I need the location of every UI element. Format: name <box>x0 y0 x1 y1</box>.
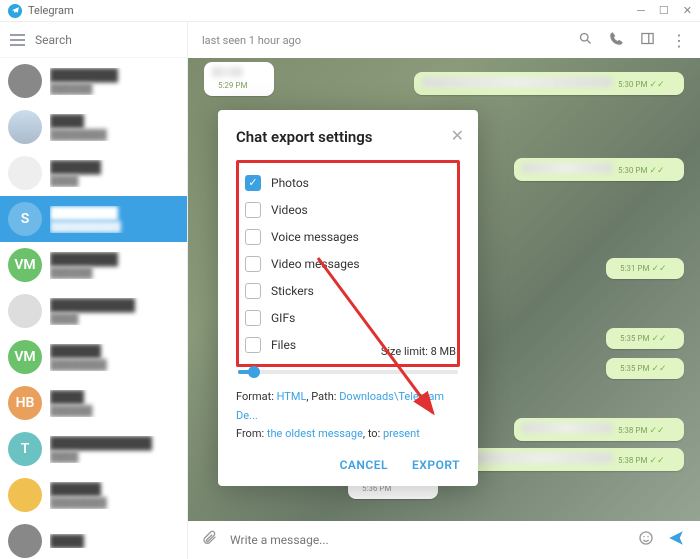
chat-item[interactable]: ████ <box>0 518 187 559</box>
chat-item[interactable]: HB██████████ <box>0 380 187 426</box>
call-icon[interactable] <box>609 31 624 50</box>
search-icon[interactable] <box>578 31 593 50</box>
checkbox-icon[interactable] <box>245 229 261 245</box>
message-input[interactable] <box>230 533 626 547</box>
sidebar: ██████████████ ████████████ ██████████ S… <box>0 22 188 559</box>
chat-item[interactable]: ██████████ <box>0 150 187 196</box>
export-button[interactable]: EXPORT <box>412 458 460 472</box>
chat-item[interactable]: VM██████████████ <box>0 242 187 288</box>
option-gifs[interactable]: GIFs <box>245 304 449 331</box>
option-video-messages[interactable]: Video messages <box>245 250 449 277</box>
checkbox-icon[interactable] <box>245 202 261 218</box>
chat-item[interactable]: ████████████ <box>0 104 187 150</box>
checkbox-icon[interactable] <box>245 283 261 299</box>
attach-icon[interactable] <box>202 530 218 550</box>
search-input[interactable] <box>35 33 191 47</box>
to-link[interactable]: present <box>383 427 420 440</box>
send-icon[interactable] <box>666 529 686 551</box>
dialog-title: Chat export settings <box>236 128 460 146</box>
window-minimize[interactable]: ─ <box>637 4 645 17</box>
telegram-icon <box>8 4 22 18</box>
chat-header: last seen 1 hour ago ⋮ <box>188 22 700 58</box>
close-icon[interactable]: ✕ <box>451 126 464 145</box>
menu-icon[interactable] <box>10 34 25 46</box>
last-seen-status: last seen 1 hour ago <box>202 34 301 47</box>
chat-area: last seen 1 hour ago ⋮ 5:29 PM 5:30 PM✓✓… <box>188 22 700 559</box>
chat-item[interactable]: ██████████████ <box>0 472 187 518</box>
checkbox-icon[interactable] <box>245 310 261 326</box>
checkbox-icon[interactable] <box>245 337 261 353</box>
export-options-highlight: ✓Photos Videos Voice messages Video mess… <box>236 160 460 367</box>
window-maximize[interactable]: ☐ <box>659 4 669 17</box>
option-videos[interactable]: Videos <box>245 196 449 223</box>
size-slider[interactable] <box>238 370 458 374</box>
cancel-button[interactable]: CANCEL <box>340 458 388 472</box>
option-stickers[interactable]: Stickers <box>245 277 449 304</box>
export-dialog: Chat export settings ✕ ✓Photos Videos Vo… <box>218 110 478 486</box>
from-link[interactable]: the oldest message <box>267 427 363 440</box>
format-link[interactable]: HTML <box>277 390 307 403</box>
chat-item-selected[interactable]: S██████████████████ <box>0 196 187 242</box>
window-close[interactable]: ✕ <box>683 4 692 17</box>
chat-item[interactable]: VM██████████████ <box>0 334 187 380</box>
option-photos[interactable]: ✓Photos <box>245 169 449 196</box>
more-icon[interactable]: ⋮ <box>671 31 686 50</box>
chat-item[interactable]: ██████████████ <box>0 288 187 334</box>
chat-item[interactable]: ██████████████ <box>0 58 187 104</box>
window-title: Telegram <box>28 4 74 17</box>
emoji-icon[interactable] <box>638 530 654 550</box>
export-meta: Format: HTML, Path: Downloads\Telegram D… <box>236 388 460 444</box>
chat-item[interactable]: T████████████████ <box>0 426 187 472</box>
option-voice[interactable]: Voice messages <box>245 223 449 250</box>
checkbox-icon[interactable] <box>245 256 261 272</box>
size-limit-label: Size limit: 8 MB <box>236 345 460 358</box>
sidebar-toggle-icon[interactable] <box>640 31 655 50</box>
compose-bar <box>188 521 700 559</box>
checkbox-icon[interactable]: ✓ <box>245 175 261 191</box>
window-titlebar: Telegram ─ ☐ ✕ <box>0 0 700 22</box>
